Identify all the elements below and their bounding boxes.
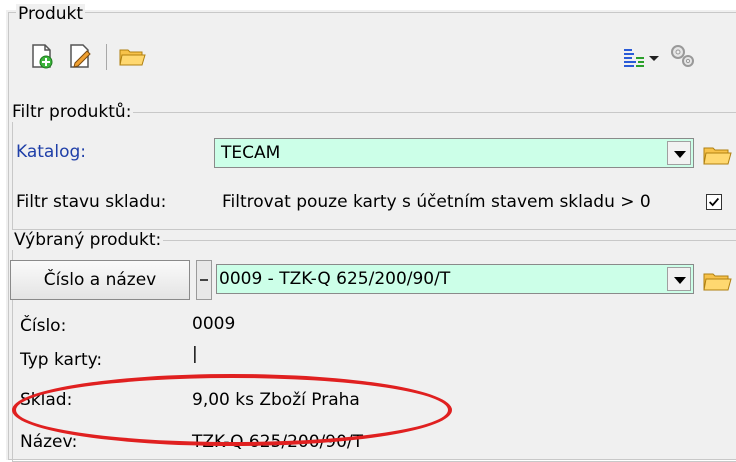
edit-card-icon[interactable]	[66, 42, 94, 70]
catalog-combo[interactable]: TECAM	[214, 138, 694, 168]
catalog-label: Katalog:	[16, 142, 86, 162]
dropdown-arrow-icon[interactable]	[646, 44, 662, 72]
catalog-value: TECAM	[221, 143, 281, 163]
column-settings-icon[interactable]	[620, 44, 648, 72]
gears-icon[interactable]	[668, 42, 696, 70]
stock-filter-label: Filtr stavu skladu:	[16, 192, 167, 212]
new-card-icon[interactable]	[28, 42, 56, 70]
card-type-label: Typ karty:	[20, 350, 103, 370]
catalog-folder-icon[interactable]	[702, 140, 732, 168]
product-panel: Produkt Filtr produktů: Katalog: TECAM F…	[6, 4, 736, 462]
filter-group-title: Filtr produktů:	[10, 102, 134, 122]
selected-group-title: Výbraný produkt:	[12, 230, 164, 250]
number-value: 0009	[192, 314, 236, 334]
product-group-title: Produkt	[16, 4, 86, 24]
number-label: Číslo:	[20, 316, 67, 336]
card-type-value: |	[192, 344, 198, 364]
toolbar-separator	[106, 44, 107, 70]
catalog-dropdown-button[interactable]	[667, 141, 691, 165]
product-combo[interactable]: 0009 - TZK-Q 625/200/90/T	[216, 264, 694, 294]
stock-filter-text: Filtrovat pouze karty s účetním stavem s…	[222, 192, 651, 212]
mode-dropdown-icon[interactable]	[196, 260, 212, 300]
product-value: 0009 - TZK-Q 625/200/90/T	[219, 269, 451, 289]
product-dropdown-button[interactable]	[667, 267, 691, 291]
stock-filter-checkbox[interactable]	[706, 194, 722, 210]
number-name-mode-button[interactable]: Číslo a název	[10, 260, 190, 300]
product-folder-icon[interactable]	[702, 266, 732, 294]
highlight-ellipse	[12, 374, 452, 446]
open-folder-icon[interactable]	[118, 42, 146, 70]
